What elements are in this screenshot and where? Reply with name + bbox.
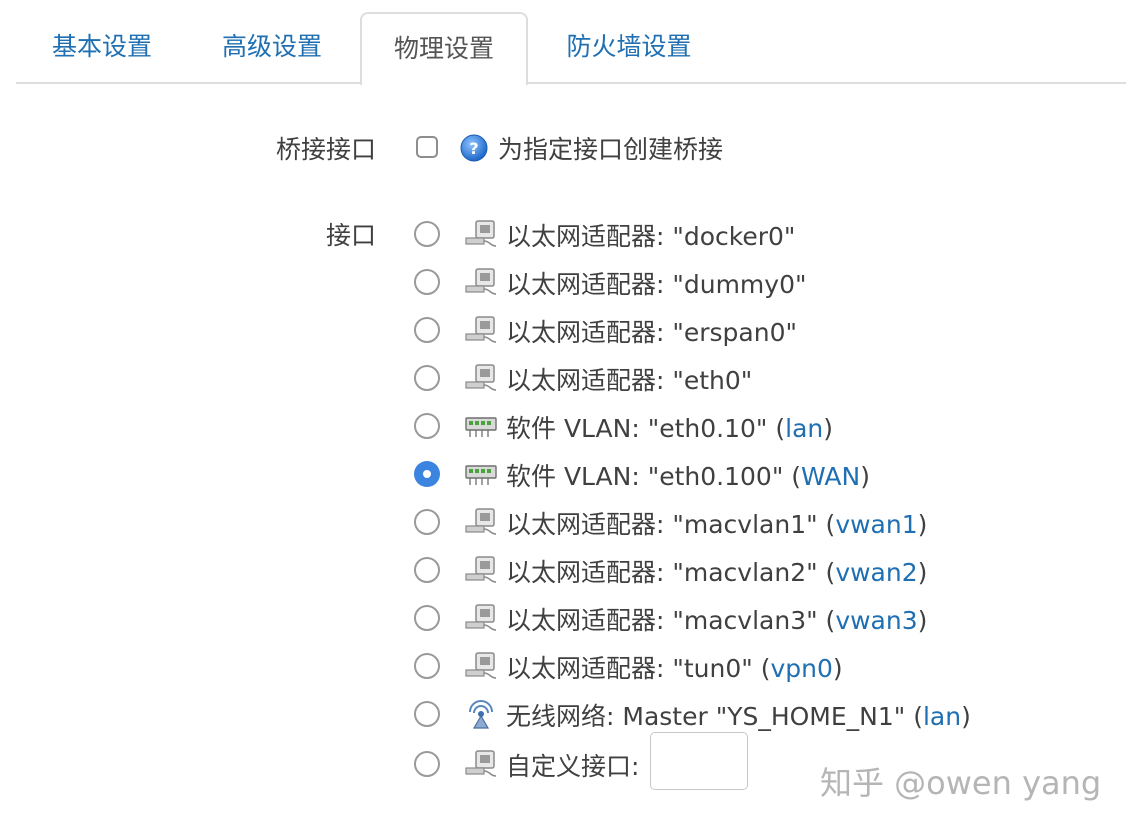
network-link[interactable]: vwan1: [835, 510, 917, 539]
ethernet-adapter-icon: [464, 748, 498, 780]
vlan-switch-icon: [464, 458, 498, 490]
interface-name: 以太网适配器: "dummy0": [506, 270, 807, 299]
interface-name: 以太网适配器: "tun0": [506, 654, 753, 683]
interface-name: 以太网适配器: "docker0": [506, 222, 796, 251]
interface-label: 以太网适配器: "erspan0": [506, 313, 797, 349]
interface-radio[interactable]: [414, 461, 440, 487]
watermark: 知乎 @owen yang: [820, 764, 1102, 802]
ethernet-adapter-icon: [464, 266, 498, 298]
network-link[interactable]: vwan2: [835, 558, 917, 587]
interface-label: 以太网适配器: "macvlan1" (vwan1): [506, 510, 928, 539]
interface-row[interactable]: 以太网适配器: "erspan0": [412, 310, 1012, 350]
interface-radio[interactable]: [414, 317, 440, 343]
ethernet-adapter-icon: [464, 602, 498, 634]
bridge-interfaces-label: 桥接接口: [275, 135, 376, 164]
interface-row[interactable]: 以太网适配器: "macvlan2" (vwan2): [412, 550, 1012, 590]
interface-label: 以太网适配器: "macvlan2" (vwan2): [506, 558, 928, 587]
network-link[interactable]: vwan3: [835, 606, 917, 635]
interface-name: 软件 VLAN: "eth0.100": [506, 462, 784, 491]
help-icon: ?: [460, 134, 488, 162]
interface-label: 以太网适配器: "dummy0": [506, 265, 807, 301]
bridge-checkbox[interactable]: [416, 136, 438, 158]
interface-row[interactable]: 以太网适配器: "docker0": [412, 214, 1012, 254]
interface-row[interactable]: 以太网适配器: "dummy0": [412, 262, 1012, 302]
interface-label: 以太网适配器: "docker0": [506, 217, 795, 253]
interface-radio[interactable]: [414, 605, 440, 631]
network-link[interactable]: vpn0: [770, 654, 832, 683]
interface-radio[interactable]: [414, 269, 440, 295]
interface-name: 以太网适配器: "macvlan1": [506, 510, 818, 539]
interface-radio[interactable]: [414, 751, 440, 777]
interface-name: 无线网络: Master "YS_HOME_N1": [506, 702, 906, 731]
interfaces-label: 接口: [325, 221, 376, 250]
ethernet-adapter-icon: [464, 506, 498, 538]
network-link[interactable]: lan: [785, 414, 823, 443]
interface-radio[interactable]: [414, 365, 440, 391]
interface-radio[interactable]: [414, 653, 440, 679]
interface-row[interactable]: 软件 VLAN: "eth0.100" (WAN): [412, 454, 1012, 494]
interface-label: 以太网适配器: "eth0": [506, 361, 752, 397]
interface-radio[interactable]: [414, 413, 440, 439]
network-link[interactable]: WAN: [801, 462, 860, 491]
ethernet-adapter-icon: [464, 650, 498, 682]
tab-basic-settings[interactable]: 基本设置: [16, 12, 188, 82]
interface-name: 以太网适配器: "erspan0": [506, 318, 797, 347]
interface-row[interactable]: 无线网络: Master "YS_HOME_N1" (lan): [412, 694, 1012, 734]
ethernet-adapter-icon: [464, 314, 498, 346]
ethernet-adapter-icon: [464, 362, 498, 394]
interface-label: 以太网适配器: "tun0" (vpn0): [506, 654, 843, 683]
interface-label: 软件 VLAN: "eth0.10" (lan): [506, 414, 834, 443]
interface-name: 以太网适配器: "macvlan2": [506, 558, 818, 587]
interface-row[interactable]: 以太网适配器: "macvlan1" (vwan1): [412, 502, 1012, 542]
interface-radio[interactable]: [414, 701, 440, 727]
tab-advanced-settings[interactable]: 高级设置: [188, 12, 356, 82]
interface-row[interactable]: 软件 VLAN: "eth0.10" (lan): [412, 406, 1012, 446]
interface-name: 以太网适配器: "eth0": [506, 366, 753, 395]
ethernet-adapter-icon: [464, 218, 498, 250]
tab-bar: 基本设置 高级设置 物理设置 防火墙设置: [16, 12, 1126, 85]
wireless-icon: [464, 698, 498, 730]
custom-interface-input[interactable]: [650, 732, 748, 790]
interface-row[interactable]: 以太网适配器: "macvlan3" (vwan3): [412, 598, 1012, 638]
svg-text:?: ?: [469, 139, 478, 158]
tab-firewall-settings[interactable]: 防火墙设置: [536, 12, 722, 82]
interface-radio[interactable]: [414, 509, 440, 535]
vlan-switch-icon: [464, 410, 498, 442]
bridge-help-text: 为指定接口创建桥接: [498, 135, 724, 164]
interface-radio[interactable]: [414, 221, 440, 247]
ethernet-adapter-icon: [464, 554, 498, 586]
interface-name: 软件 VLAN: "eth0.10": [506, 414, 768, 443]
tab-physical-settings[interactable]: 物理设置: [360, 12, 528, 85]
interface-label: 软件 VLAN: "eth0.100" (WAN): [506, 462, 870, 491]
interface-name: 以太网适配器: "macvlan3": [506, 606, 818, 635]
interface-row[interactable]: 以太网适配器: "eth0": [412, 358, 1012, 398]
interface-name: 自定义接口:: [506, 752, 640, 781]
interface-label: 自定义接口:: [506, 747, 639, 783]
interface-radio[interactable]: [414, 557, 440, 583]
interface-label: 无线网络: Master "YS_HOME_N1" (lan): [506, 702, 971, 731]
interface-label: 以太网适配器: "macvlan3" (vwan3): [506, 606, 928, 635]
network-link[interactable]: lan: [923, 702, 961, 731]
interface-row[interactable]: 以太网适配器: "tun0" (vpn0): [412, 646, 1012, 686]
